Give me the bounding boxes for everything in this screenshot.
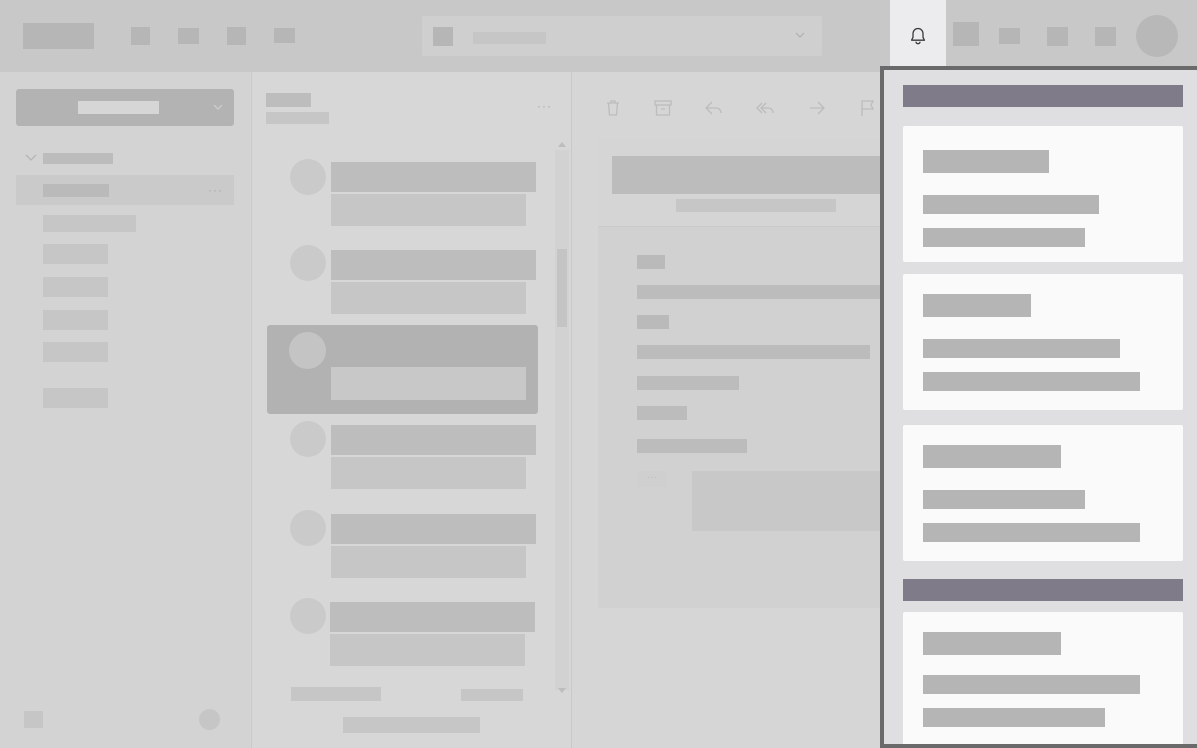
help-icon[interactable] <box>999 28 1020 44</box>
notification-line <box>923 228 1085 247</box>
notification-card[interactable] <box>903 425 1183 561</box>
message-subject <box>612 156 902 194</box>
calendar-app-icon[interactable] <box>227 27 246 45</box>
list-item[interactable] <box>331 250 536 280</box>
people-app-icon[interactable] <box>274 28 295 43</box>
reply-box[interactable] <box>692 471 898 531</box>
notifications-panel <box>880 66 1197 748</box>
notification-line <box>923 490 1085 509</box>
notification-title <box>923 632 1061 655</box>
feedback-icon[interactable] <box>1047 27 1068 46</box>
whats-new-icon[interactable] <box>1095 27 1116 46</box>
list-item[interactable] <box>330 602 535 632</box>
scrollbar-thumb[interactable] <box>557 249 567 327</box>
sender-avatar <box>290 598 326 634</box>
trash-icon[interactable] <box>602 97 624 119</box>
message-meta <box>676 199 836 212</box>
message-line <box>637 439 747 453</box>
mail-app-icon[interactable] <box>178 28 199 44</box>
notification-title <box>923 445 1061 468</box>
scroll-down-icon[interactable] <box>557 686 567 694</box>
folder-item[interactable] <box>43 215 136 232</box>
list-item[interactable] <box>331 425 536 455</box>
notification-card[interactable] <box>903 612 1183 744</box>
collapse-icon[interactable] <box>199 709 220 730</box>
list-item-preview <box>331 367 526 400</box>
folder-item[interactable] <box>43 342 108 362</box>
app-launcher-icon[interactable] <box>131 27 150 45</box>
folder-item[interactable] <box>43 388 108 408</box>
archive-icon[interactable] <box>652 97 674 119</box>
message-line <box>637 345 870 359</box>
folder-item[interactable] <box>43 277 108 297</box>
message-line <box>637 255 665 269</box>
folder-label <box>43 184 109 197</box>
reading-pane: ··· <box>598 138 902 608</box>
list-footer-item <box>291 687 381 701</box>
notification-card[interactable] <box>903 126 1183 262</box>
list-item[interactable] <box>331 514 536 544</box>
sender-avatar <box>290 159 326 195</box>
notification-line <box>923 708 1105 727</box>
notification-line <box>923 195 1099 214</box>
more-options-icon[interactable]: ··· <box>208 183 223 197</box>
list-title <box>266 93 311 107</box>
notification-line <box>923 339 1120 358</box>
new-message-button[interactable] <box>16 89 234 126</box>
sender-avatar <box>290 421 326 457</box>
more-options-icon[interactable]: ··· <box>537 99 552 113</box>
notification-line <box>923 523 1140 542</box>
search-box[interactable] <box>422 16 822 56</box>
flag-icon[interactable] <box>857 97 879 119</box>
message-line <box>637 376 739 390</box>
message-line <box>637 406 687 420</box>
sender-avatar <box>289 332 326 369</box>
list-item-preview <box>331 194 526 226</box>
chevron-down-icon[interactable] <box>212 102 224 112</box>
folder-pane <box>0 72 250 748</box>
list-footer-item <box>461 689 523 701</box>
reply-icon[interactable] <box>703 97 725 119</box>
forward-icon[interactable] <box>805 97 827 119</box>
sender-avatar <box>290 245 326 281</box>
folder-item[interactable] <box>43 244 108 264</box>
list-subtitle <box>266 112 329 124</box>
mail-switch-icon[interactable] <box>24 711 43 728</box>
chevron-down-icon[interactable] <box>24 153 38 163</box>
scroll-up-icon[interactable] <box>557 141 567 149</box>
top-bar <box>0 0 1197 72</box>
notification-title <box>923 150 1049 173</box>
folder-item[interactable] <box>43 310 108 330</box>
folder-item-inbox[interactable]: ··· <box>16 175 234 205</box>
avatar[interactable] <box>1136 15 1178 57</box>
section-header <box>903 85 1183 107</box>
message-line <box>637 315 669 329</box>
list-item-selected[interactable] <box>267 325 538 414</box>
reply-all-icon[interactable] <box>754 97 776 119</box>
notification-title <box>923 294 1031 317</box>
settings-icon[interactable] <box>953 22 979 46</box>
list-item-preview <box>331 457 526 489</box>
notifications-button[interactable] <box>890 0 946 66</box>
list-item-preview <box>331 282 526 314</box>
search-icon <box>433 27 453 46</box>
search-placeholder <box>473 32 546 44</box>
chevron-down-icon[interactable] <box>794 30 806 40</box>
bell-icon <box>910 27 926 45</box>
message-line <box>637 285 898 299</box>
app-logo[interactable] <box>23 23 94 49</box>
new-message-label <box>78 101 159 114</box>
notification-line <box>923 372 1140 391</box>
list-item-preview <box>330 634 525 666</box>
list-item-preview <box>331 546 526 578</box>
list-footer-item <box>343 717 480 733</box>
notification-line <box>923 675 1140 694</box>
show-more-button[interactable]: ··· <box>637 471 667 487</box>
account-name[interactable] <box>43 153 113 164</box>
section-header <box>903 579 1183 601</box>
scrollbar[interactable] <box>555 150 569 690</box>
notification-card[interactable] <box>903 274 1183 410</box>
list-item[interactable] <box>331 162 536 192</box>
sender-avatar <box>290 510 326 546</box>
